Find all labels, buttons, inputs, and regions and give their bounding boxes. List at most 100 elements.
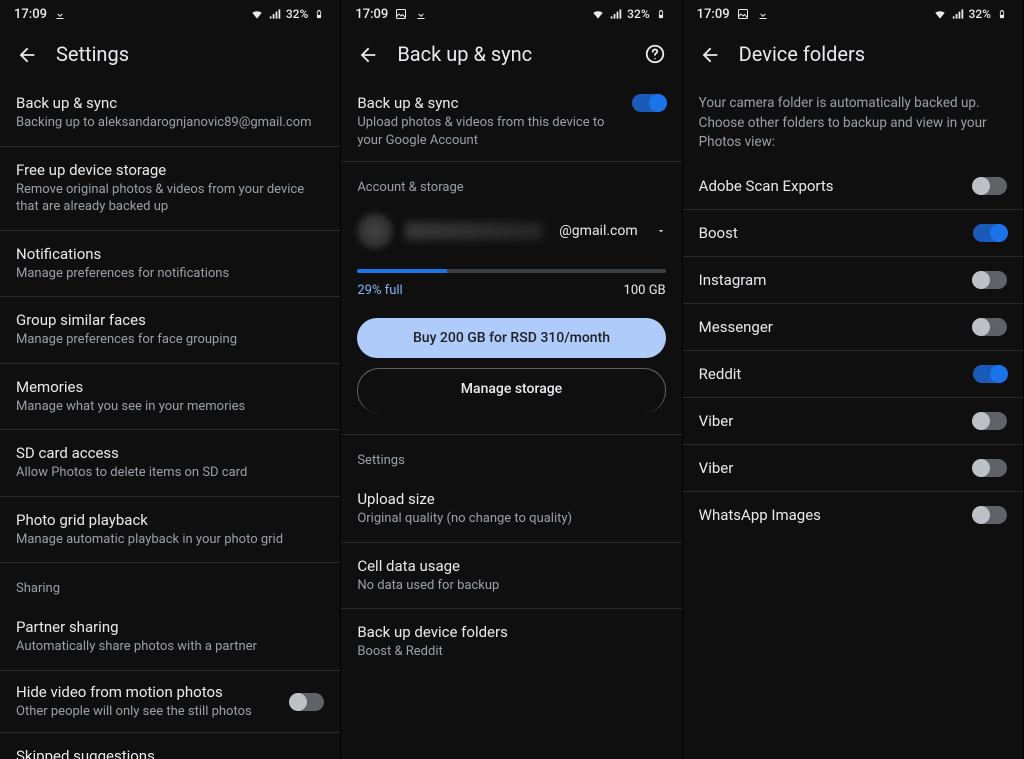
storage-progress: 29% full 100 GB: [341, 255, 681, 308]
item-title: Upload size: [357, 490, 665, 508]
settings-panel: 17:09 32% Settings Back up & sync Backin…: [0, 0, 341, 759]
back-icon[interactable]: [16, 44, 36, 64]
folder-toggle[interactable]: [973, 459, 1007, 477]
page-title: Back up & sync: [397, 42, 532, 66]
folder-row[interactable]: Viber: [683, 445, 1023, 492]
email-redacted: [405, 222, 543, 240]
back-icon[interactable]: [699, 44, 719, 64]
settings-item-group-faces[interactable]: Group similar faces Manage preferences f…: [0, 297, 340, 364]
manage-storage-button[interactable]: Manage storage: [357, 368, 665, 413]
folder-row[interactable]: WhatsApp Images: [683, 492, 1023, 538]
folder-name: Boost: [699, 224, 973, 242]
settings-item-memories[interactable]: Memories Manage what you see in your mem…: [0, 364, 340, 431]
buy-storage-button[interactable]: Buy 200 GB for RSD 310/month: [357, 318, 665, 358]
item-sub: Allow Photos to delete items on SD card: [16, 464, 324, 482]
folder-row[interactable]: Adobe Scan Exports: [683, 163, 1023, 210]
item-title: Group similar faces: [16, 311, 324, 329]
page-title: Device folders: [739, 42, 865, 66]
status-battery-pct: 32%: [627, 7, 649, 21]
account-row[interactable]: @gmail.com: [341, 203, 681, 255]
item-sub: Automatically share photos with a partne…: [16, 638, 324, 656]
hide-video-toggle[interactable]: [290, 693, 324, 711]
item-sub: Manage preferences for face grouping: [16, 331, 324, 349]
storage-pct: 29% full: [357, 283, 402, 298]
settings-item-free-storage[interactable]: Free up device storage Remove original p…: [0, 147, 340, 231]
item-title: SD card access: [16, 444, 324, 462]
settings-item-upload-size[interactable]: Upload size Original quality (no change …: [341, 476, 681, 543]
folder-row[interactable]: Viber: [683, 398, 1023, 445]
app-bar: Settings: [0, 28, 340, 80]
item-title: Back up & sync: [357, 94, 621, 112]
settings-item-notifications[interactable]: Notifications Manage preferences for not…: [0, 231, 340, 298]
signal-icon: [268, 7, 282, 21]
status-time: 17:09: [14, 7, 47, 22]
battery-icon: [312, 7, 326, 21]
wifi-icon: [250, 7, 264, 21]
email-domain: @gmail.com: [559, 223, 637, 239]
item-sub: No data used for backup: [357, 577, 665, 595]
item-title: Notifications: [16, 245, 324, 263]
folder-row[interactable]: Reddit: [683, 351, 1023, 398]
page-title: Settings: [56, 42, 129, 66]
item-title: Memories: [16, 378, 324, 396]
dropdown-icon: [656, 226, 666, 236]
settings-item-skipped[interactable]: Skipped suggestions View & remove your s…: [0, 733, 340, 759]
folder-toggle[interactable]: [973, 412, 1007, 430]
progress-fill: [357, 269, 446, 273]
section-header-sharing: Sharing: [0, 563, 340, 604]
help-icon[interactable]: [644, 43, 666, 65]
folder-toggle[interactable]: [973, 318, 1007, 336]
settings-item-grid-playback[interactable]: Photo grid playback Manage automatic pla…: [0, 497, 340, 564]
item-title: Hide video from motion photos: [16, 683, 290, 701]
status-bar: 17:09 32%: [0, 0, 340, 28]
backup-sync-panel: 17:09 32% Back up & sync Back up & sync …: [341, 0, 682, 759]
item-title: Cell data usage: [357, 557, 665, 575]
status-time: 17:09: [697, 7, 730, 22]
item-title: Free up device storage: [16, 161, 324, 179]
section-header-settings: Settings: [341, 435, 681, 476]
folder-row[interactable]: Boost: [683, 210, 1023, 257]
folder-toggle[interactable]: [973, 506, 1007, 524]
backup-sync-toggle-row[interactable]: Back up & sync Upload photos & videos fr…: [341, 80, 681, 162]
folder-toggle[interactable]: [973, 271, 1007, 289]
folder-row[interactable]: Instagram: [683, 257, 1023, 304]
wifi-icon: [591, 7, 605, 21]
item-sub: Other people will only see the still pho…: [16, 703, 290, 721]
status-battery-pct: 32%: [286, 7, 308, 21]
settings-item-partner-sharing[interactable]: Partner sharing Automatically share phot…: [0, 604, 340, 671]
item-sub: Backing up to aleksandarognjanovic89@gma…: [16, 114, 324, 132]
image-icon: [736, 7, 750, 21]
settings-item-cell-data[interactable]: Cell data usage No data used for backup: [341, 543, 681, 610]
status-time: 17:09: [355, 7, 388, 22]
battery-icon: [654, 7, 668, 21]
settings-item-sd-card[interactable]: SD card access Allow Photos to delete it…: [0, 430, 340, 497]
storage-total: 100 GB: [624, 283, 666, 298]
download-icon: [756, 7, 770, 21]
backup-sync-toggle[interactable]: [632, 94, 666, 112]
folder-row[interactable]: Messenger: [683, 304, 1023, 351]
folder-toggle[interactable]: [973, 224, 1007, 242]
back-icon[interactable]: [357, 44, 377, 64]
wifi-icon: [933, 7, 947, 21]
item-title: Back up & sync: [16, 94, 324, 112]
folder-name: Messenger: [699, 318, 973, 336]
item-sub: Original quality (no change to quality): [357, 510, 665, 528]
battery-icon: [995, 7, 1009, 21]
item-sub: Upload photos & videos from this device …: [357, 114, 621, 149]
folder-name: Reddit: [699, 365, 973, 383]
download-icon: [53, 7, 67, 21]
signal-icon: [609, 7, 623, 21]
item-sub: Manage preferences for notifications: [16, 265, 324, 283]
settings-item-backup-sync[interactable]: Back up & sync Backing up to aleksandaro…: [0, 80, 340, 147]
status-bar: 17:09 32%: [341, 0, 681, 28]
device-folders-panel: 17:09 32% Device folders Your camera fol…: [683, 0, 1024, 759]
intro-text: Your camera folder is automatically back…: [683, 80, 1023, 163]
folder-toggle[interactable]: [973, 365, 1007, 383]
settings-item-device-folders[interactable]: Back up device folders Boost & Reddit: [341, 609, 681, 675]
folder-toggle[interactable]: [973, 177, 1007, 195]
app-bar: Back up & sync: [341, 28, 681, 80]
item-title: Partner sharing: [16, 618, 324, 636]
folder-name: Adobe Scan Exports: [699, 177, 973, 195]
settings-item-hide-video[interactable]: Hide video from motion photos Other peop…: [0, 671, 340, 734]
image-icon: [394, 7, 408, 21]
